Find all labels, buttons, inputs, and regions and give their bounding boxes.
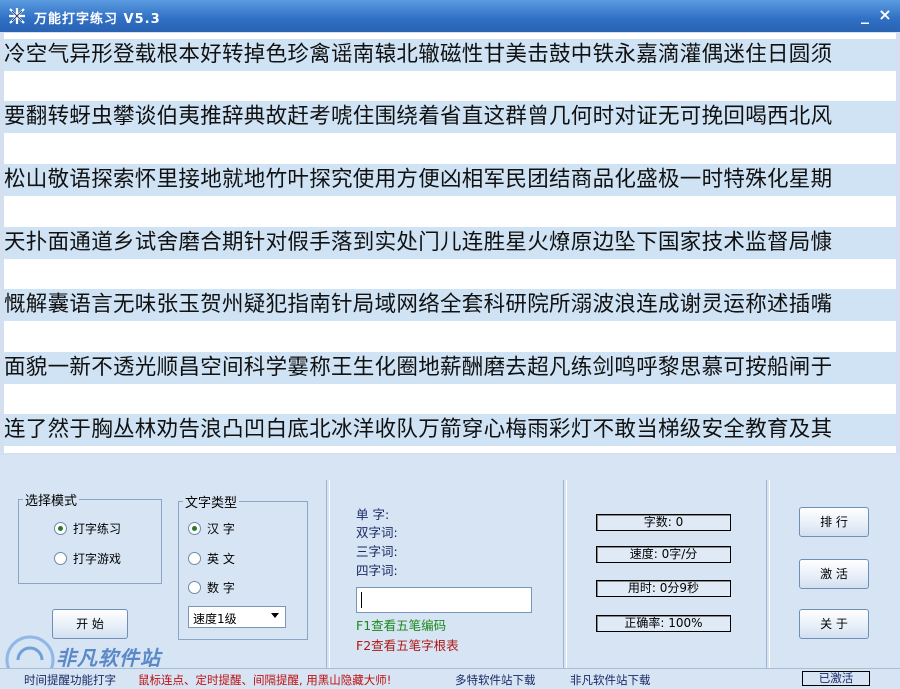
mode-option-practice[interactable]: 打字练习 [54,520,121,537]
label-double-word: 双字词: [356,525,398,540]
stat-accuracy: 正确率: 100% [596,615,731,632]
status-left: 时间提醒功能打字 [24,673,116,687]
speed-select[interactable]: 速度1级 [188,606,286,628]
status-link-feifan[interactable]: 非凡软件站下载 [570,672,651,688]
mode-group: 选择模式 [18,490,162,584]
label-triple-word: 三字词: [356,544,398,559]
practice-text-line: 松山敬语探索怀里接地就地竹叶探究使用方便凶相军民团结商品化盛极一时特殊化星期 [4,164,896,196]
status-bar: 时间提醒功能打字 鼠标连点、定时提醒、间隔提醒, 用黑山隐藏大师! 多特软件站下… [0,668,900,689]
rank-button[interactable]: 排 行 [799,507,869,537]
text-type-label: 英 文 [207,552,235,566]
radio-selected-icon [54,522,67,535]
practice-text-line: 冷空气异形登载根本好转掉色珍禽谣南辕北辙磁性甘美击鼓中铁永嘉滴灌偶迷住日圆须 [4,39,896,71]
text-type-label: 数 字 [207,581,235,595]
mode-option-label: 打字练习 [73,522,122,536]
mode-legend: 选择模式 [25,494,78,509]
activate-button[interactable]: 激 活 [799,559,869,589]
close-button[interactable]: × [876,6,894,24]
status-link-duote[interactable]: 多特软件站下载 [455,672,536,688]
hint-f1: F1查看五笔编码 [356,618,447,633]
text-type-option-hanzi[interactable]: 汉 字 [188,520,235,537]
status-promo[interactable]: 鼠标连点、定时提醒、间隔提醒, 用黑山隐藏大师! [138,672,391,688]
hint-f2: F2查看五笔字根表 [356,638,459,653]
panel-divider [326,480,330,668]
radio-icon [54,552,67,565]
stat-speed: 速度: 0字/分 [596,546,731,563]
watermark-text: 非凡软件站 [56,646,161,670]
practice-text-line: 天扑面通道乡试舍磨合期针对假手落到实处门儿连胜星火燎原边坠下国家技术监督局慷 [4,227,896,259]
chevron-down-icon [271,613,279,618]
label-single-char: 单 字: [356,507,390,522]
app-logo-icon [9,8,25,24]
title-bar: 万能打字练习 V5.3 _ × [0,0,900,32]
status-activated: 已激活 [802,671,870,686]
practice-text-line: 慨解囊语言无味张玉贺州疑犯指南针局域网络全套科研院所溺波浪连成谢灵运称述插嘴 [4,289,896,321]
about-button[interactable]: 关 于 [799,609,869,639]
text-type-option-english[interactable]: 英 文 [188,550,235,567]
panel-divider [563,480,567,668]
typing-input[interactable] [356,587,532,613]
panel-divider [766,480,770,668]
mode-option-label: 打字游戏 [73,552,122,566]
text-type-label: 汉 字 [207,522,235,536]
window-title: 万能打字练习 V5.3 [34,12,161,27]
stat-time: 用时: 0分9秒 [596,580,731,597]
practice-text-line: 连了然于胸丛林劝告浪凸凹白底北冰洋收队万箭穿心梅雨彩灯不敢当梯级安全教育及其 [4,414,896,446]
minimize-button[interactable]: _ [856,6,874,24]
radio-icon [188,581,201,594]
text-caret [361,592,362,608]
radio-icon [188,552,201,565]
mode-option-game[interactable]: 打字游戏 [54,550,121,567]
text-type-legend: 文字类型 [185,496,238,511]
text-type-option-number[interactable]: 数 字 [188,579,235,596]
label-quad-word: 四字词: [356,563,398,578]
practice-text-line: 要翻转蚜虫攀谈伯夷推辞典故赶考唬住围绕着省直这群曾几何时对证无可挽回喝西北风 [4,101,896,133]
stat-char-count: 字数: 0 [596,514,731,531]
practice-text-area[interactable]: 冷空气异形登载根本好转掉色珍禽谣南辕北辙磁性甘美击鼓中铁永嘉滴灌偶迷住日圆须 要… [4,33,896,453]
radio-selected-icon [188,522,201,535]
speed-select-value: 速度1级 [193,612,237,626]
practice-text-line: 面貌一新不透光顺昌空间科学霎称王生化圈地薪酬磨去超凡练剑鸣呼黎思慕可按船闸于 [4,352,896,384]
